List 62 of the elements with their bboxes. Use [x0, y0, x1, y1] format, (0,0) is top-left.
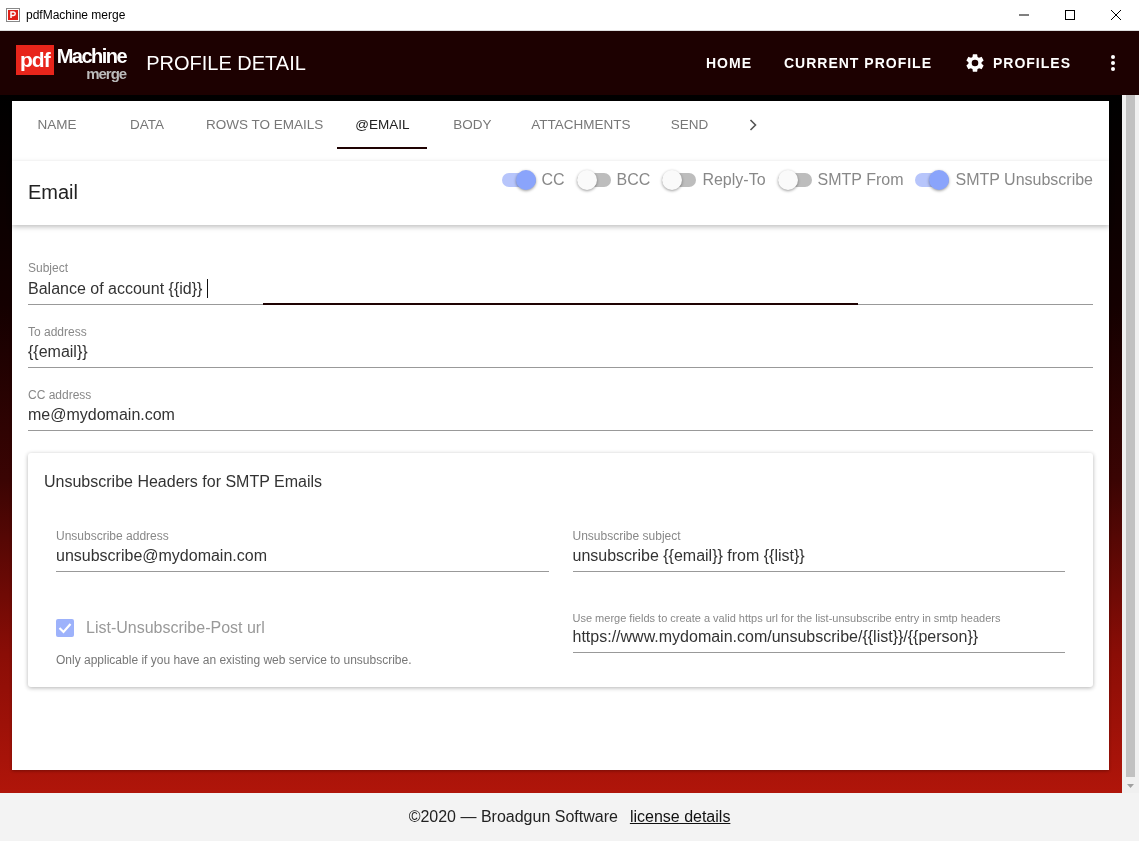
field-value: https://www.mydomain.com/unsubscribe/{{list}}/{{person}} [572, 628, 1065, 646]
logo-subtext: merge [86, 67, 127, 81]
text-field[interactable]: CC address me@mydomain.com [28, 388, 1093, 431]
nav-button[interactable]: HOME [690, 47, 768, 79]
text-field[interactable]: Use merge fields to create a valid https url for the list-unsubscribe entry in smtp headers https://www.mydomain.com/unsubscribe/{{list}}/{{person}} [572, 612, 1065, 653]
logo-badge: pdf [16, 45, 54, 75]
field-label: Use merge fields to create a valid https url for the list-unsubscribe entry in smtp headers [572, 612, 1002, 624]
toggle-thumb[interactable] [777, 170, 798, 190]
toggle-label: CC [541, 171, 565, 189]
toggle-switch[interactable] [576, 173, 611, 187]
text-field[interactable]: Unsubscribe subject unsubscribe {{email}} from {{list}} [572, 529, 1065, 572]
toggle-label: Reply-To [702, 171, 766, 189]
helper-text: Only applicable if you have an existing web service to unsubscribe. [56, 653, 413, 667]
field-value: me@mydomain.com [28, 406, 1093, 424]
license-link[interactable]: license details [629, 808, 731, 826]
settings-icon [964, 52, 986, 74]
field-value: unsubscribe {{email}} from {{list}} [572, 547, 1065, 565]
checkbox-label: List-Unsubscribe-Post url [86, 619, 265, 637]
text-field[interactable]: Unsubscribe address unsubscribe@mydomain.com [56, 529, 549, 572]
field-value: {{email}} [28, 343, 1093, 361]
nav-button[interactable]: PROFILES [948, 44, 1087, 82]
toggle-label: BCC [616, 171, 651, 189]
window-title: pdfMachine merge [26, 8, 127, 22]
toggle-thumb[interactable] [662, 170, 683, 190]
scrollbar[interactable] [1122, 95, 1139, 793]
scrollbar-thumb[interactable] [1126, 95, 1135, 777]
nav-button[interactable]: CURRENT PROFILE [768, 47, 948, 79]
tab[interactable]: ATTACHMENTS [517, 101, 645, 149]
tab[interactable]: BODY [427, 101, 518, 149]
maximize-icon [1065, 10, 1075, 20]
field-label: CC address [28, 388, 93, 402]
toggle-switch[interactable] [915, 173, 950, 187]
app-icon [6, 8, 20, 22]
toggle-thumb[interactable] [576, 170, 597, 190]
tab[interactable]: SEND [644, 101, 735, 149]
field-label: To address [28, 325, 88, 339]
toggle-label: SMTP Unsubscribe [955, 171, 1093, 189]
field-label: Unsubscribe subject [572, 529, 682, 543]
toggle-switch[interactable] [662, 173, 697, 187]
toggle-thumb[interactable] [515, 170, 536, 190]
toggle-label: SMTP From [817, 171, 904, 189]
more-vertical-icon [1111, 55, 1115, 71]
section-title: Email [28, 181, 78, 205]
page-title: PROFILE DETAIL [146, 51, 307, 75]
field-value: Balance of account {{id}} [28, 279, 203, 298]
chevron-right-icon [748, 119, 757, 131]
text-field[interactable]: To address {{email}} [28, 325, 1093, 368]
field-label: Unsubscribe address [56, 529, 170, 543]
toggle-switch[interactable] [777, 173, 812, 187]
card-title: Unsubscribe Headers for SMTP Emails [44, 473, 324, 491]
tab[interactable]: NAME [12, 101, 102, 149]
field-value: unsubscribe@mydomain.com [56, 547, 549, 565]
logo-text: Machine [56, 45, 127, 67]
toggle-switch[interactable] [501, 173, 536, 187]
tab[interactable]: ROWS TO EMAILS [192, 101, 338, 149]
close-icon [1111, 10, 1121, 20]
field-label: Subject [28, 261, 70, 275]
text-field[interactable]: Subject Balance of account {{id}} [28, 261, 1093, 305]
toggle-thumb[interactable] [929, 170, 950, 190]
tab[interactable]: @EMAIL [337, 101, 428, 149]
tab[interactable]: DATA [102, 101, 192, 149]
copyright-text: ©2020 — Broadgun Software [408, 808, 618, 826]
